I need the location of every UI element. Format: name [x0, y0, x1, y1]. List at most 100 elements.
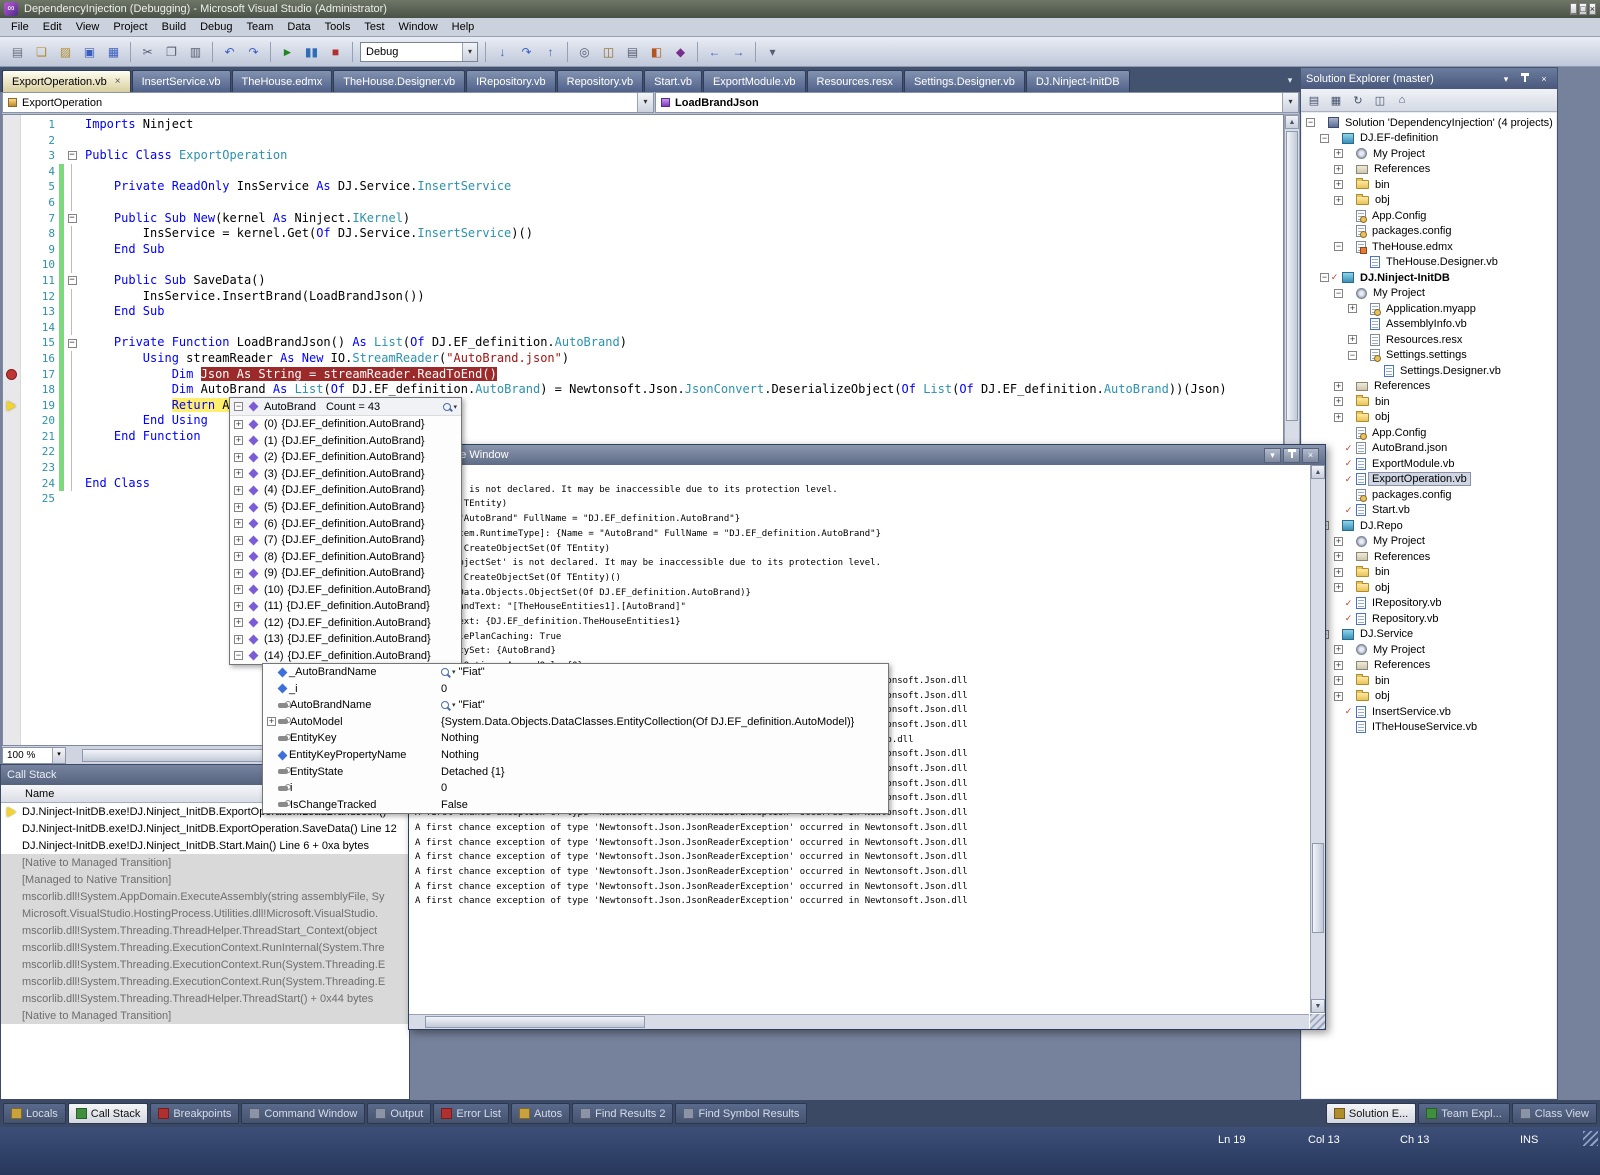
- collapse-icon[interactable]: −: [67, 213, 77, 223]
- document-list-dropdown-icon[interactable]: ▾: [1282, 73, 1298, 89]
- scope-combobox[interactable]: ExportOperation ▾: [2, 92, 654, 113]
- code-line[interactable]: 5 Private ReadOnly InsService As DJ.Serv…: [3, 179, 1283, 195]
- expand-icon[interactable]: +: [1334, 381, 1343, 391]
- panel-tab-find-symbol-results[interactable]: Find Symbol Results: [675, 1103, 808, 1124]
- glyph-margin[interactable]: [3, 117, 21, 133]
- glyph-margin[interactable]: [3, 226, 21, 242]
- tab-ExportOperation.vb[interactable]: ExportOperation.vb ×: [2, 70, 131, 92]
- expand-icon[interactable]: +: [1334, 691, 1343, 701]
- glyph-margin[interactable]: [3, 320, 21, 336]
- tree-item-obj[interactable]: + obj: [1302, 193, 1556, 209]
- expand-icon[interactable]: +: [234, 452, 243, 462]
- stack-frame-row[interactable]: mscorlib.dll!System.AppDomain.ExecuteAss…: [1, 888, 409, 905]
- panel-tab-team-expl-[interactable]: Team Expl...: [1418, 1103, 1510, 1124]
- tab-Settings.Designer.vb[interactable]: Settings.Designer.vb: [903, 70, 1025, 92]
- outlining-margin[interactable]: [64, 413, 80, 429]
- tree-item-bin[interactable]: + bin: [1302, 565, 1556, 581]
- stack-frame-row[interactable]: mscorlib.dll!System.Threading.ThreadHelp…: [1, 990, 409, 1007]
- outlining-margin[interactable]: [64, 382, 80, 398]
- menu-help[interactable]: Help: [445, 19, 482, 35]
- outlining-margin[interactable]: [64, 194, 80, 211]
- close-button[interactable]: ×: [1588, 3, 1596, 15]
- code-line[interactable]: 6: [3, 194, 1283, 211]
- solution-configurations-combo[interactable]: Debug ▾: [360, 41, 478, 62]
- resize-grip[interactable]: [1310, 1014, 1325, 1029]
- immediate-window-titlebar[interactable]: Immediate Window ▾ ×: [409, 445, 1325, 465]
- datatip-item-row[interactable]: + (6) {DJ.EF_definition.AutoBrand}: [230, 515, 461, 532]
- tree-item-settings.designer.vb[interactable]: Settings.Designer.vb: [1302, 363, 1556, 379]
- tree-item-dj.service[interactable]: −DJ.Service: [1302, 627, 1556, 643]
- code-line[interactable]: 13 End Sub: [3, 304, 1283, 320]
- glyph-margin[interactable]: [3, 429, 21, 445]
- collapse-icon[interactable]: −: [1348, 350, 1357, 360]
- stack-frame-row[interactable]: Microsoft.VisualStudio.HostingProcess.Ut…: [1, 905, 409, 922]
- close-icon[interactable]: ×: [1536, 72, 1552, 86]
- code-line[interactable]: 9 End Sub: [3, 241, 1283, 258]
- expand-icon[interactable]: +: [234, 634, 243, 644]
- datatip-item-row[interactable]: + (5) {DJ.EF_definition.AutoBrand}: [230, 499, 461, 516]
- solution-explorer-header[interactable]: Solution Explorer (master) ▾ ×: [1301, 68, 1557, 89]
- datatip-item-row[interactable]: + (1) {DJ.EF_definition.AutoBrand}: [230, 433, 461, 450]
- tree-item-thehouse.designer.vb[interactable]: TheHouse.Designer.vb: [1302, 255, 1556, 271]
- magnifier-icon[interactable]: [441, 668, 449, 677]
- chevron-down-icon[interactable]: ▾: [452, 668, 456, 676]
- solution-explorer-button[interactable]: ◫: [597, 40, 620, 63]
- collapse-icon[interactable]: −: [234, 651, 243, 661]
- expand-icon[interactable]: +: [234, 552, 243, 562]
- expand-icon[interactable]: +: [234, 419, 243, 429]
- find-button[interactable]: ◎: [573, 40, 596, 63]
- datatip-item-row[interactable]: + (13) {DJ.EF_definition.AutoBrand}: [230, 631, 461, 648]
- stack-frame-row[interactable]: DJ.Ninject-InitDB.exe!DJ.Ninject_InitDB.…: [1, 837, 409, 854]
- outlining-margin[interactable]: [64, 428, 80, 445]
- tree-item-obj[interactable]: + obj: [1302, 580, 1556, 596]
- collapse-icon[interactable]: −: [1306, 118, 1315, 128]
- tree-item-assemblyinfo.vb[interactable]: AssemblyInfo.vb: [1302, 317, 1556, 333]
- stack-frame-row[interactable]: mscorlib.dll!System.Threading.ExecutionC…: [1, 956, 409, 973]
- outlining-margin[interactable]: −: [64, 211, 80, 227]
- expand-icon[interactable]: +: [234, 436, 243, 446]
- menu-test[interactable]: Test: [357, 19, 391, 35]
- tree-item-packages.config[interactable]: packages.config: [1302, 224, 1556, 240]
- collapse-icon[interactable]: −: [1334, 242, 1343, 252]
- step-out-button[interactable]: ↑: [539, 40, 562, 63]
- chevron-down-icon[interactable]: ▾: [1282, 93, 1298, 112]
- expand-icon[interactable]: +: [1334, 583, 1343, 593]
- pin-icon[interactable]: [1517, 72, 1533, 86]
- glyph-margin[interactable]: [3, 273, 21, 289]
- magnifier-icon[interactable]: [441, 701, 449, 710]
- navigate-forward-button[interactable]: →: [727, 40, 750, 63]
- expand-icon[interactable]: +: [234, 568, 243, 578]
- code-line[interactable]: 18 Dim AutoBrand As List(Of DJ.EF_defini…: [3, 382, 1283, 398]
- tree-item-thehouse.edmx[interactable]: − TheHouse.edmx: [1302, 239, 1556, 255]
- collapse-icon[interactable]: −: [1334, 288, 1343, 298]
- datatip-property-row[interactable]: IsChangeTracked False: [263, 796, 888, 813]
- code-line[interactable]: 10: [3, 257, 1283, 273]
- menu-window[interactable]: Window: [392, 19, 445, 35]
- glyph-margin[interactable]: [3, 179, 21, 195]
- datatip-property-row[interactable]: EntityKeyPropertyName Nothing: [263, 747, 888, 764]
- paste-button[interactable]: ▥: [184, 40, 207, 63]
- datatip-item-row[interactable]: + (2) {DJ.EF_definition.AutoBrand}: [230, 449, 461, 466]
- datatip-item-row[interactable]: + (11) {DJ.EF_definition.AutoBrand}: [230, 598, 461, 615]
- code-line[interactable]: 19 Return AutoBrand: [3, 397, 1283, 414]
- expand-icon[interactable]: +: [267, 717, 276, 727]
- menu-edit[interactable]: Edit: [36, 19, 69, 35]
- new-file-button[interactable]: ▤: [6, 40, 29, 63]
- expand-icon[interactable]: +: [234, 519, 243, 529]
- tree-item-dj.ninject-initdb[interactable]: − ✓ DJ.Ninject-InitDB: [1302, 270, 1556, 286]
- refresh-button[interactable]: ↻: [1348, 91, 1368, 110]
- expand-icon[interactable]: +: [1334, 676, 1343, 686]
- tree-item-ithehouseservice.vb[interactable]: ITheHouseService.vb: [1302, 720, 1556, 736]
- tree-item-start.vb[interactable]: ✓ Start.vb: [1302, 503, 1556, 519]
- scroll-up-icon[interactable]: ▲: [1311, 465, 1325, 479]
- tab-Start.vb[interactable]: Start.vb: [644, 70, 702, 92]
- collapse-icon[interactable]: −: [67, 151, 77, 161]
- view-designer-button[interactable]: ⌂: [1392, 91, 1412, 110]
- datatip-item-row[interactable]: − (14) {DJ.EF_definition.AutoBrand}: [230, 648, 461, 665]
- zoom-combobox[interactable]: 100 % ▾: [2, 746, 66, 764]
- break-all-button[interactable]: ▮▮: [300, 40, 323, 63]
- datatip-header-row[interactable]: − AutoBrand Count = 43 ▾: [230, 398, 461, 416]
- expand-icon[interactable]: +: [1348, 304, 1357, 314]
- chevron-down-icon[interactable]: ▾: [462, 42, 477, 61]
- start-debug-button[interactable]: ►: [276, 40, 299, 63]
